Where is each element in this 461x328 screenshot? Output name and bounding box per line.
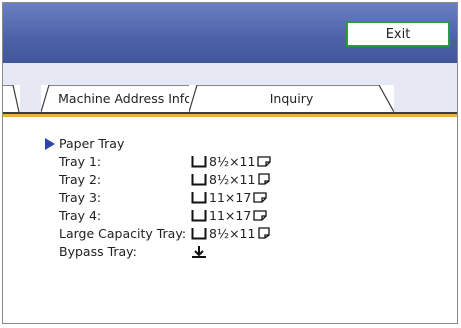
content-panel: Paper Tray Tray 1: 8½×11 Tray 2: 8½×11 Tray … <box>3 114 457 323</box>
tray-label: Tray 4: <box>59 207 102 223</box>
bypass-tray-icon <box>192 245 206 258</box>
tray-label: Tray 3: <box>59 189 102 205</box>
tray-value <box>191 245 209 258</box>
exit-button[interactable]: Exit <box>346 21 450 47</box>
tab-machine-address-info-label: Machine Address Info <box>58 91 192 106</box>
tray-icon <box>191 227 207 239</box>
paper-tray-title: Paper Tray <box>59 136 125 151</box>
tab-machine-address-info[interactable]: Machine Address Info <box>41 85 209 112</box>
tab-inquiry[interactable]: Inquiry <box>189 85 394 112</box>
header-bar: Exit <box>3 3 457 63</box>
tray-value: 11×17 <box>191 190 267 205</box>
tray-label: Tray 1: <box>59 153 102 169</box>
screen: Exit Machine Address Info Inquiry Paper … <box>2 2 458 324</box>
exit-button-label: Exit <box>385 26 411 42</box>
paper-size: 8½×11 <box>209 225 256 241</box>
tab-previous-shape <box>3 85 20 112</box>
tray-row: Tray 1: 8½×11 <box>59 152 272 170</box>
tray-row: Bypass Tray: <box>59 242 209 260</box>
tray-row: Tray 3: 11×17 <box>59 188 267 206</box>
tab-previous[interactable] <box>3 85 20 112</box>
tray-value: 8½×11 <box>191 153 272 169</box>
tab-bar: Machine Address Info Inquiry <box>3 63 457 113</box>
tray-label: Large Capacity Tray: <box>59 225 187 241</box>
tray-row: Tray 4: 11×17 <box>59 206 267 224</box>
paper-size: 8½×11 <box>209 171 256 187</box>
paper-landscape-icon <box>253 210 267 221</box>
tab-inquiry-label: Inquiry <box>269 91 314 106</box>
paper-tray-heading: Paper Tray <box>45 136 124 151</box>
tray-icon <box>191 191 207 203</box>
tray-value: 8½×11 <box>191 226 271 241</box>
paper-portrait-icon <box>258 227 271 239</box>
tray-icon <box>191 173 207 185</box>
tray-row: Large Capacity Tray: 8½×11 <box>59 224 271 242</box>
tray-label: Tray 2: <box>59 171 102 187</box>
paper-portrait-icon <box>258 173 271 185</box>
tray-label: Bypass Tray: <box>59 243 137 259</box>
tray-value: 8½×11 <box>191 172 271 187</box>
paper-size: 11×17 <box>209 207 252 223</box>
tray-icon <box>191 209 207 221</box>
paper-size: 8½×11 <box>209 153 256 169</box>
arrow-right-icon <box>45 137 55 150</box>
paper-size: 11×17 <box>209 189 252 205</box>
tray-icon <box>191 155 207 167</box>
tray-value: 11×17 <box>191 208 267 223</box>
paper-landscape-icon <box>257 156 272 167</box>
tray-row: Tray 2: 8½×11 <box>59 170 271 188</box>
paper-landscape-icon <box>253 192 267 203</box>
